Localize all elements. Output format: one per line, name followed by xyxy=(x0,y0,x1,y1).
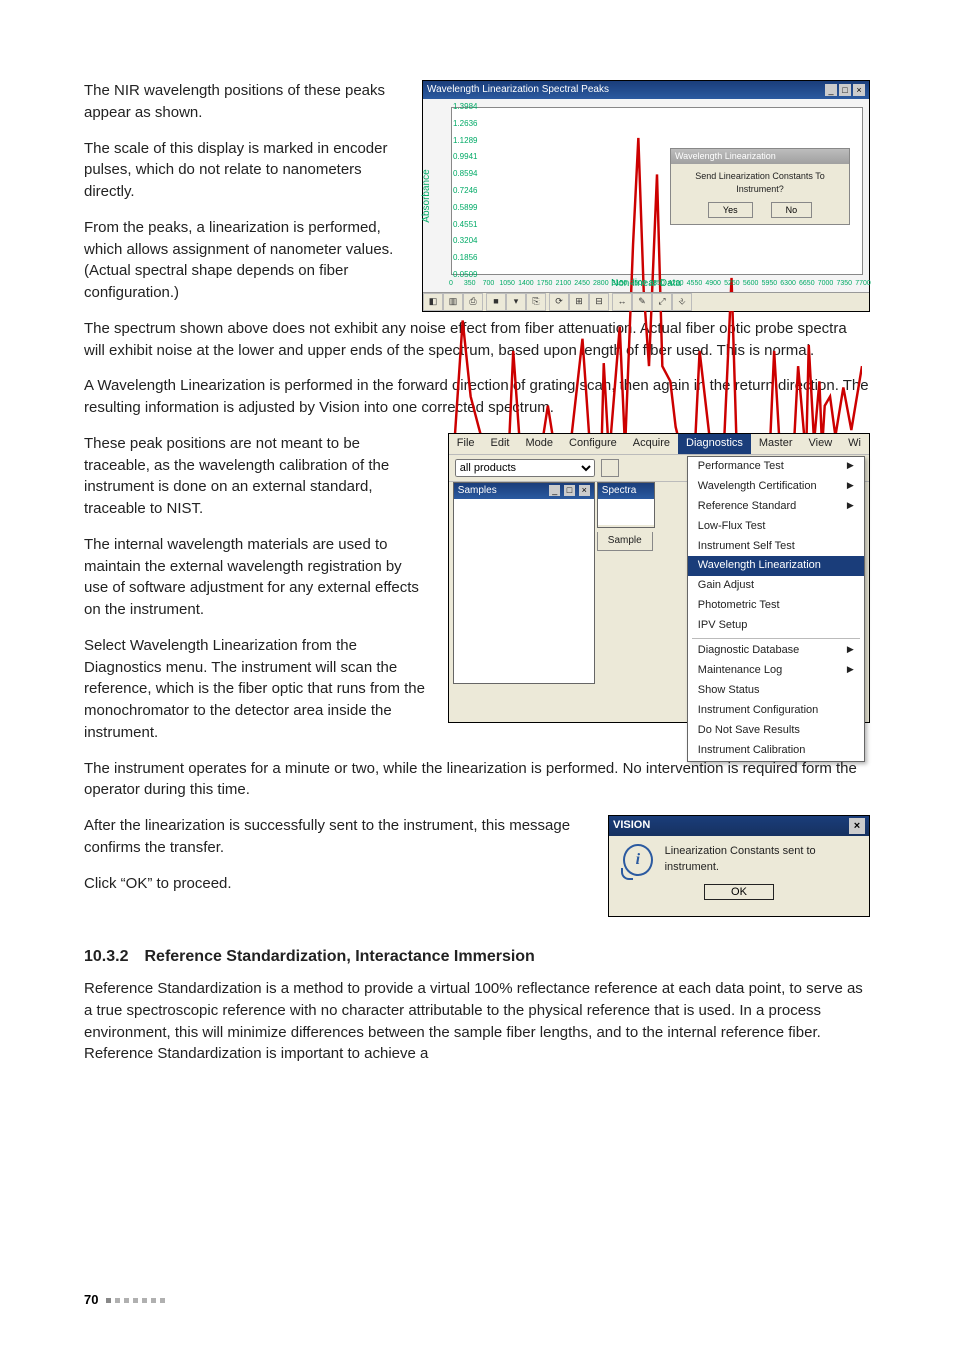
menu-master[interactable]: Master xyxy=(751,434,801,454)
y-tick: 0.8594 xyxy=(453,168,867,180)
section-number: 10.3.2 xyxy=(84,948,128,965)
vision-app-screenshot: FileEditModeConfigureAcquireDiagnosticsM… xyxy=(448,433,870,723)
chevron-right-icon: ▶ xyxy=(847,663,854,679)
window-titlebar: Wavelength Linearization Spectral Peaks … xyxy=(423,81,869,99)
spectral-peaks-window: Wavelength Linearization Spectral Peaks … xyxy=(422,80,870,312)
menu-item[interactable]: Maintenance Log▶ xyxy=(688,661,864,681)
menu-item[interactable]: Wavelength Linearization xyxy=(688,556,864,576)
chart-toolbar: ◧ ▥ ⎙ ■ ▾ ⎘ ⟳ ⊞ ⊟ ↔ ✎ ⤢ ⎀ xyxy=(423,292,869,311)
y-tick: 1.2636 xyxy=(453,118,867,130)
toolbar-icon[interactable]: ▥ xyxy=(443,293,463,311)
paragraph: The scale of this display is marked in e… xyxy=(84,138,404,203)
menu-item[interactable]: IPV Setup xyxy=(688,616,864,636)
menu-item[interactable]: Instrument Configuration xyxy=(688,701,864,721)
panel-title: Spectra xyxy=(602,484,636,499)
menu-mode[interactable]: Mode xyxy=(518,434,562,454)
paragraph: Reference Standardization is a method to… xyxy=(84,978,870,1065)
diagnostics-menu: Performance Test▶Wavelength Certificatio… xyxy=(687,456,865,762)
new-document-icon[interactable] xyxy=(601,459,619,477)
y-axis-label: Absorbance xyxy=(420,169,435,222)
close-icon[interactable]: × xyxy=(579,485,590,496)
close-icon[interactable]: × xyxy=(853,84,865,96)
chevron-right-icon: ▶ xyxy=(847,499,854,515)
menu-wi[interactable]: Wi xyxy=(840,434,869,454)
page-footer: 70 xyxy=(84,1291,165,1310)
chevron-right-icon: ▶ xyxy=(847,479,854,495)
minimize-icon[interactable]: _ xyxy=(825,84,837,96)
y-tick: 0.7246 xyxy=(453,185,867,197)
menu-item[interactable]: Do Not Save Results xyxy=(688,721,864,741)
dialog-title: VISION xyxy=(613,818,650,834)
vision-dialog: VISION × i Linearization Constants sent … xyxy=(608,815,870,917)
y-tick: 1.1289 xyxy=(453,135,867,147)
toolbar-icon[interactable]: ▾ xyxy=(506,293,526,311)
maximize-icon[interactable]: □ xyxy=(839,84,851,96)
samples-panel: Samples _ □ × xyxy=(453,482,595,684)
toolbar-icon[interactable]: ⎘ xyxy=(526,293,546,311)
y-tick: 0.1856 xyxy=(453,252,867,264)
spectra-panel: Spectra xyxy=(597,482,655,528)
section-title: Reference Standardization, Interactance … xyxy=(144,948,534,965)
menu-item[interactable]: Performance Test▶ xyxy=(688,457,864,477)
menu-item[interactable]: Low-Flux Test xyxy=(688,517,864,537)
window-title: Wavelength Linearization Spectral Peaks xyxy=(427,83,609,98)
menu-configure[interactable]: Configure xyxy=(561,434,625,454)
page-number: 70 xyxy=(84,1291,98,1310)
y-tick: 0.4551 xyxy=(453,219,867,231)
menu-item[interactable]: Instrument Self Test xyxy=(688,537,864,557)
paragraph: From the peaks, a linearization is perfo… xyxy=(84,217,404,304)
print-icon[interactable]: ⎙ xyxy=(463,293,483,311)
toolbar-icon[interactable]: ↔ xyxy=(612,293,632,311)
paragraph: After the linearization is successfully … xyxy=(84,815,584,859)
chevron-right-icon: ▶ xyxy=(847,459,854,475)
menu-edit[interactable]: Edit xyxy=(483,434,518,454)
y-tick: 0.3204 xyxy=(453,236,867,248)
menu-item[interactable]: Diagnostic Database▶ xyxy=(688,641,864,661)
info-icon: i xyxy=(623,844,653,876)
toolbar-icon[interactable]: ⎀ xyxy=(672,293,692,311)
menu-file[interactable]: File xyxy=(449,434,483,454)
menu-diagnostics[interactable]: Diagnostics xyxy=(678,434,751,454)
menu-item[interactable]: Gain Adjust xyxy=(688,576,864,596)
dialog-message: Linearization Constants sent to instrume… xyxy=(665,844,855,876)
menu-view[interactable]: View xyxy=(801,434,841,454)
menu-item[interactable]: Photometric Test xyxy=(688,596,864,616)
y-tick: 0.9941 xyxy=(453,152,867,164)
panel-title: Samples xyxy=(458,484,497,499)
toolbar-icon[interactable]: ⊟ xyxy=(589,293,609,311)
paragraph: These peak positions are not meant to be… xyxy=(84,433,430,520)
menu-item[interactable]: Instrument Calibration xyxy=(688,741,864,761)
ok-button[interactable]: OK xyxy=(704,884,774,900)
menu-item[interactable]: Show Status xyxy=(688,681,864,701)
maximize-icon[interactable]: □ xyxy=(564,485,575,496)
chevron-right-icon: ▶ xyxy=(847,643,854,659)
toolbar-icon[interactable]: ⟳ xyxy=(549,293,569,311)
toolbar-icon[interactable]: ⤢ xyxy=(652,293,672,311)
paragraph: The internal wavelength materials are us… xyxy=(84,534,430,621)
paragraph: The NIR wavelength positions of these pe… xyxy=(84,80,404,124)
toolbar-icon[interactable]: ■ xyxy=(486,293,506,311)
toolbar-icon[interactable]: ⊞ xyxy=(569,293,589,311)
footer-dots xyxy=(106,1298,165,1303)
x-axis-label: Non-linear Data xyxy=(423,277,869,292)
paragraph: Click “OK” to proceed. xyxy=(84,873,584,895)
section-heading: 10.3.2 Reference Standardization, Interac… xyxy=(84,945,870,968)
menu-item[interactable]: Wavelength Certification▶ xyxy=(688,477,864,497)
product-select[interactable]: all products xyxy=(455,459,595,477)
sample-tab[interactable]: Sample xyxy=(597,532,653,552)
menubar: FileEditModeConfigureAcquireDiagnosticsM… xyxy=(449,434,869,455)
paragraph: The instrument operates for a minute or … xyxy=(84,758,870,802)
paragraph: Select Wavelength Linearization from the… xyxy=(84,635,430,744)
y-tick: 1.3984 xyxy=(453,101,867,113)
menu-item[interactable]: Reference Standard▶ xyxy=(688,497,864,517)
close-icon[interactable]: × xyxy=(849,818,865,834)
toolbar-icon[interactable]: ◧ xyxy=(423,293,443,311)
minimize-icon[interactable]: _ xyxy=(549,485,560,496)
y-tick: 0.5899 xyxy=(453,202,867,214)
toolbar-icon[interactable]: ✎ xyxy=(632,293,652,311)
menu-acquire[interactable]: Acquire xyxy=(625,434,678,454)
